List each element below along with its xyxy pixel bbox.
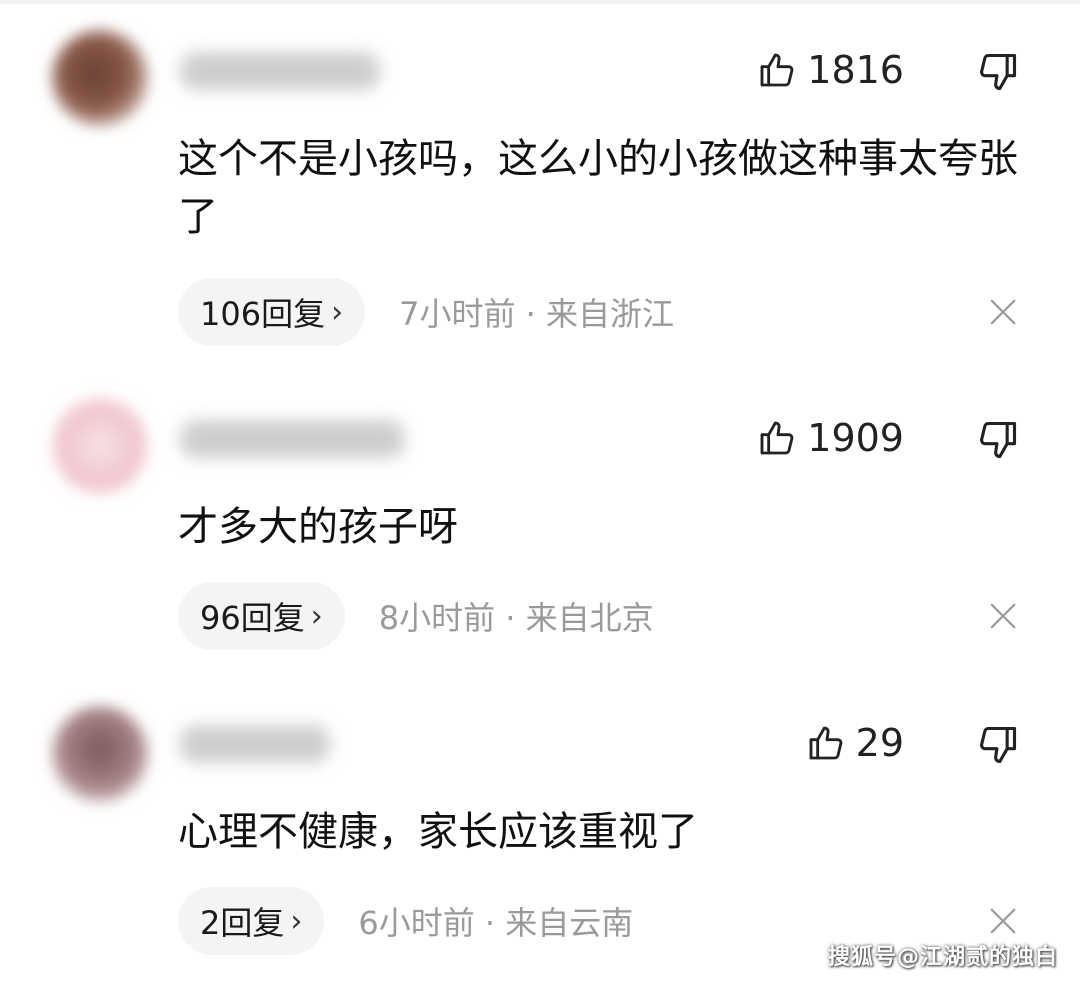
- thumbs-up-icon: [806, 723, 846, 763]
- timestamp: 8小时前: [378, 599, 496, 637]
- timestamp-location: 7小时前 · 来自浙江: [399, 289, 674, 335]
- separator-dot: ·: [505, 599, 516, 637]
- timestamp: 6小时前: [358, 904, 475, 942]
- comment-meta: 96回复 › 8小时前 · 来自北京: [178, 582, 654, 650]
- dislike-button[interactable]: [976, 723, 1020, 767]
- thumbs-down-icon: [976, 418, 1020, 462]
- timestamp-location: 6小时前 · 来自云南: [358, 898, 633, 944]
- dislike-button[interactable]: [976, 418, 1020, 462]
- comment-meta: 106回复 › 7小时前 · 来自浙江: [178, 278, 674, 346]
- like-count: 29: [855, 721, 904, 765]
- reply-count: 106回复: [200, 295, 326, 333]
- thumbs-up-icon: [757, 418, 797, 458]
- close-button[interactable]: [988, 906, 1018, 936]
- timestamp: 7小时前: [399, 295, 516, 333]
- comment-item: 29 心理不健康，家长应该重视了 2回复 › 6小时前 · 来自云南: [0, 673, 1080, 983]
- thumbs-down-icon: [976, 723, 1020, 767]
- replies-button[interactable]: 106回复 ›: [178, 278, 366, 346]
- close-button[interactable]: [988, 297, 1018, 327]
- thumbs-up-icon: [757, 50, 797, 90]
- close-button[interactable]: [988, 601, 1018, 631]
- replies-button[interactable]: 2回复 ›: [178, 887, 325, 955]
- username-blurred[interactable]: [180, 52, 380, 90]
- like-count: 1909: [807, 416, 904, 460]
- username-blurred[interactable]: [180, 420, 405, 458]
- comment-meta: 2回复 › 6小时前 · 来自云南: [178, 887, 633, 955]
- dislike-button[interactable]: [976, 50, 1020, 94]
- chevron-right-icon: ›: [331, 294, 344, 330]
- location: 来自云南: [505, 904, 634, 942]
- watermark: 搜狐号@江湖贰的独白: [827, 945, 1058, 970]
- avatar[interactable]: [52, 706, 148, 802]
- comment-item: 1816 这个不是小孩吗，这么小的小孩做这种事太夸张了 106回复 › 7小时前…: [0, 0, 1080, 346]
- thumbs-down-icon: [976, 50, 1020, 94]
- like-count: 1816: [807, 48, 904, 92]
- like-button[interactable]: 1816: [757, 48, 904, 92]
- like-button[interactable]: 1909: [757, 416, 904, 460]
- chevron-right-icon: ›: [310, 598, 323, 634]
- separator-dot: ·: [484, 904, 496, 942]
- chevron-right-icon: ›: [290, 903, 303, 939]
- reply-count: 96回复: [200, 599, 305, 637]
- comment-text: 心理不健康，家长应该重视了: [178, 809, 698, 855]
- separator-dot: ·: [525, 295, 536, 333]
- location: 来自浙江: [545, 295, 674, 333]
- location: 来自北京: [525, 599, 654, 637]
- close-icon: [988, 601, 1018, 631]
- comment-list-page: 1816 这个不是小孩吗，这么小的小孩做这种事太夸张了 106回复 › 7小时前…: [0, 0, 1080, 983]
- username-blurred[interactable]: [180, 725, 330, 763]
- comment-item: 1909 才多大的孩子呀 96回复 › 8小时前 · 来自北京: [0, 368, 1080, 678]
- reply-count: 2回复: [200, 904, 285, 942]
- close-icon: [988, 297, 1018, 327]
- comment-text: 这个不是小孩吗，这么小的小孩做这种事太夸张了: [178, 136, 1018, 240]
- like-button[interactable]: 29: [806, 721, 904, 765]
- avatar[interactable]: [52, 30, 148, 126]
- close-icon: [988, 906, 1018, 936]
- comment-text: 才多大的孩子呀: [178, 504, 458, 550]
- avatar[interactable]: [52, 398, 148, 494]
- replies-button[interactable]: 96回复 ›: [178, 582, 345, 650]
- timestamp-location: 8小时前 · 来自北京: [379, 593, 654, 639]
